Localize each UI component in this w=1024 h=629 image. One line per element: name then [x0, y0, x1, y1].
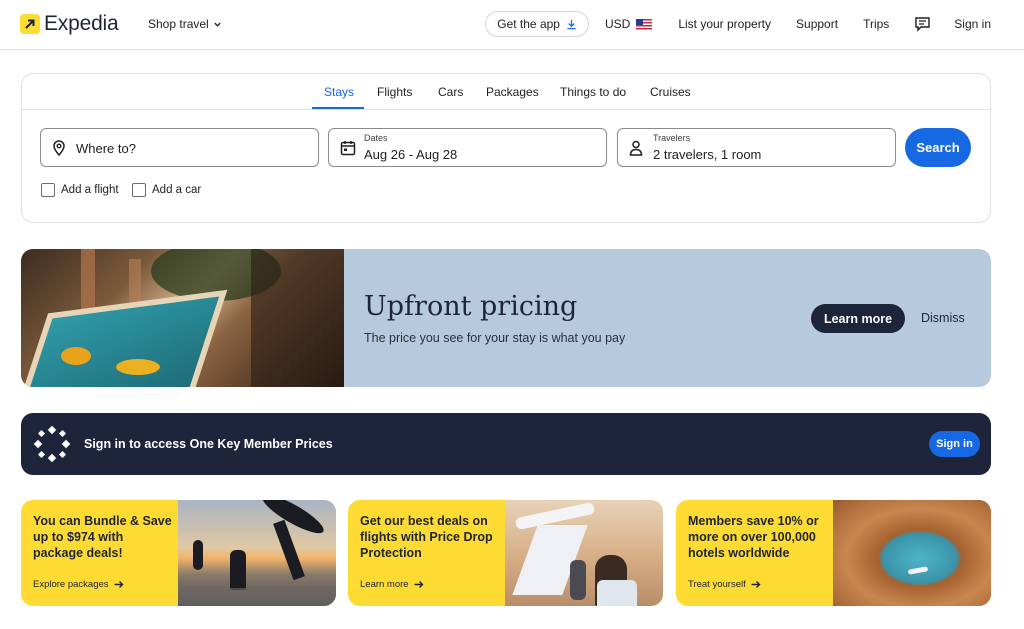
checkbox-box[interactable]	[132, 183, 146, 197]
coastal-cove-image	[833, 500, 991, 606]
upfront-pricing-banner: Upfront pricing The price you see for yo…	[21, 249, 991, 387]
arrow-right-icon	[114, 581, 124, 588]
add-car-label: Add a car	[152, 184, 202, 196]
tab-cruises[interactable]: Cruises	[650, 85, 691, 99]
travelers-field[interactable]: Travelers 2 travelers, 1 room	[617, 128, 896, 167]
treat-yourself-link[interactable]: Treat yourself	[688, 579, 761, 590]
checkbox-box[interactable]	[41, 183, 55, 197]
deal-link-label: Explore packages	[33, 579, 109, 590]
tab-stays[interactable]: Stays	[324, 85, 354, 99]
dismiss-button[interactable]: Dismiss	[921, 311, 965, 325]
top-header: Expedia Shop travel Get the app USD List…	[0, 0, 1024, 50]
one-key-icon	[33, 425, 71, 468]
search-tabs: Stays Flights Cars Packages Things to do…	[22, 74, 990, 110]
deal-text: You can Bundle & Save up to $974 with pa…	[33, 514, 172, 560]
currency-label: USD	[604, 17, 631, 31]
tab-things-to-do[interactable]: Things to do	[560, 85, 626, 99]
dates-value: Aug 26 - Aug 28	[364, 147, 458, 162]
list-your-property-link[interactable]: List your property	[678, 17, 771, 31]
deal-card-packages[interactable]: You can Bundle & Save up to $974 with pa…	[21, 500, 336, 606]
airplane-boarding-image	[505, 500, 663, 606]
one-key-text: Sign in to access One Key Member Prices	[84, 437, 333, 451]
tab-cars[interactable]: Cars	[438, 85, 463, 99]
search-button[interactable]: Search	[905, 128, 971, 167]
deal-card-members[interactable]: Members save 10% or more on over 100,000…	[676, 500, 991, 606]
add-flight-checkbox[interactable]: Add a flight	[41, 183, 119, 197]
deal-card-flights[interactable]: Get our best deals on flights with Price…	[348, 500, 663, 606]
riad-pool-image	[21, 249, 344, 387]
deal-link-label: Learn more	[360, 579, 409, 590]
search-card: Stays Flights Cars Packages Things to do…	[21, 73, 991, 223]
tab-packages[interactable]: Packages	[486, 85, 539, 99]
trips-link[interactable]: Trips	[863, 17, 889, 31]
beach-sunset-image	[178, 500, 336, 606]
download-icon	[567, 19, 576, 29]
expedia-logo[interactable]: Expedia	[20, 12, 119, 36]
get-app-label: Get the app	[497, 17, 560, 31]
calendar-icon	[340, 140, 356, 161]
deal-text: Members save 10% or more on over 100,000…	[688, 514, 819, 560]
expedia-arrow-icon	[20, 14, 40, 34]
learn-more-link[interactable]: Learn more	[360, 579, 424, 590]
destination-field[interactable]: Where to?	[40, 128, 319, 167]
dates-label: Dates	[364, 133, 388, 143]
active-tab-indicator	[312, 107, 364, 109]
arrow-right-icon	[414, 581, 424, 588]
location-pin-icon	[52, 140, 66, 161]
one-key-banner: Sign in to access One Key Member Prices …	[21, 413, 991, 475]
shop-travel-label: Shop travel	[148, 17, 209, 31]
add-car-checkbox[interactable]: Add a car	[132, 183, 201, 197]
travelers-value: 2 travelers, 1 room	[653, 147, 762, 162]
explore-packages-link[interactable]: Explore packages	[33, 579, 124, 590]
add-flight-label: Add a flight	[61, 184, 119, 196]
learn-more-button[interactable]: Learn more	[811, 304, 905, 333]
deal-text: Get our best deals on flights with Price…	[360, 514, 493, 560]
promo-subtitle: The price you see for your stay is what …	[364, 331, 626, 345]
one-key-sign-in-button[interactable]: Sign in	[929, 431, 980, 457]
support-link[interactable]: Support	[796, 17, 838, 31]
chevron-down-icon	[214, 22, 221, 27]
travelers-label: Travelers	[653, 133, 691, 143]
destination-placeholder: Where to?	[76, 141, 136, 156]
shop-travel-menu[interactable]: Shop travel	[148, 17, 222, 31]
currency-selector[interactable]: USD	[604, 17, 653, 31]
deal-link-label: Treat yourself	[688, 579, 746, 590]
person-icon	[629, 140, 643, 161]
dates-field[interactable]: Dates Aug 26 - Aug 28	[328, 128, 607, 167]
get-the-app-button[interactable]: Get the app	[485, 11, 589, 37]
us-flag-icon	[636, 18, 653, 30]
logo-text: Expedia	[44, 12, 119, 35]
chat-icon[interactable]	[914, 16, 931, 32]
promo-title: Upfront pricing	[364, 291, 578, 322]
arrow-right-icon	[751, 581, 761, 588]
sign-in-link[interactable]: Sign in	[954, 17, 991, 31]
tab-flights[interactable]: Flights	[377, 85, 412, 99]
